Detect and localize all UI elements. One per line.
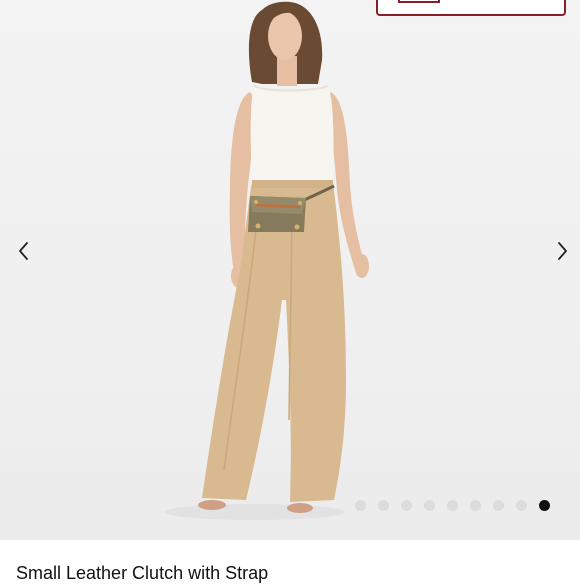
- product-title: Small Leather Clutch with Strap: [16, 563, 269, 583]
- badge-inner: [398, 0, 440, 3]
- product-image-carousel[interactable]: [0, 0, 580, 540]
- carousel-dot[interactable]: [539, 499, 550, 511]
- carousel-dot[interactable]: [424, 499, 435, 511]
- chevron-left-icon: [19, 242, 28, 260]
- carousel-dot[interactable]: [401, 499, 412, 511]
- carousel-dot[interactable]: [493, 499, 504, 511]
- chevron-right-icon: [558, 242, 567, 260]
- carousel-pagination: [355, 499, 550, 511]
- carousel-dot[interactable]: [378, 499, 389, 511]
- carousel-prev-button[interactable]: [8, 236, 38, 266]
- carousel-dot[interactable]: [470, 499, 481, 511]
- carousel-dot[interactable]: [516, 499, 527, 511]
- carousel-dot[interactable]: [447, 499, 458, 511]
- carousel-next-button[interactable]: [548, 236, 578, 266]
- carousel-dot[interactable]: [355, 499, 366, 511]
- product-photo: [165, 1, 369, 520]
- promo-badge[interactable]: [376, 0, 566, 16]
